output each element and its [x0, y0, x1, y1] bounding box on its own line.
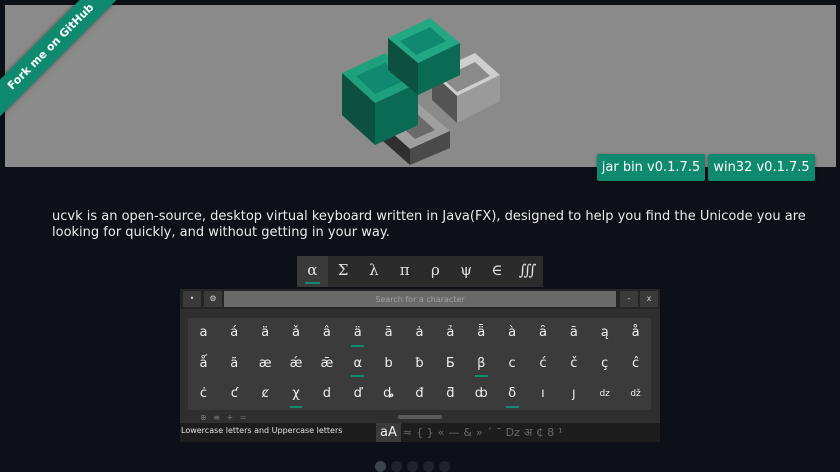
character-key[interactable]: ȸ — [466, 379, 497, 410]
character-key[interactable]: d — [311, 379, 342, 410]
character-key[interactable]: ȡ — [373, 379, 404, 410]
character-group-tab[interactable]: ˊ — [485, 423, 495, 442]
character-key[interactable]: ç — [589, 349, 620, 380]
character-key[interactable]: ć — [528, 349, 559, 380]
character-key[interactable]: ď — [342, 379, 373, 410]
character-key[interactable]: ǟ — [466, 318, 497, 349]
pager-dot[interactable] — [439, 461, 450, 472]
character-key[interactable]: á — [219, 318, 250, 349]
key-grid: aáäǎâäāȧảǟàȃāąåǻãæǽǣαbƀƂβcćčçĉċƈȼχdďȡđƌȸ… — [188, 318, 651, 410]
character-group-tab[interactable]: — — [446, 423, 461, 442]
character-key[interactable]: ǣ — [311, 349, 342, 380]
character-key[interactable]: α — [342, 349, 373, 380]
character-key[interactable]: dz — [589, 379, 620, 410]
character-group-tab[interactable]: Dz — [504, 423, 522, 442]
category-tab[interactable]: ρ — [420, 256, 451, 287]
character-key[interactable]: ā — [558, 318, 589, 349]
character-key[interactable]: ƌ — [435, 379, 466, 410]
character-key[interactable]: c — [497, 349, 528, 380]
category-tab[interactable]: ∈ — [482, 256, 513, 287]
character-key[interactable]: ä — [342, 318, 373, 349]
character-key[interactable]: χ — [281, 379, 312, 410]
pager-dot[interactable] — [375, 461, 386, 472]
settings-button[interactable]: ⚙ — [204, 291, 222, 307]
character-key[interactable]: ȼ — [250, 379, 281, 410]
character-group-tab[interactable]: ¯ — [494, 423, 504, 442]
character-key[interactable]: æ — [250, 349, 281, 380]
character-group-tab[interactable]: aA — [376, 423, 401, 442]
status-bar: Lowercase letters and Uppercase letters … — [180, 423, 660, 442]
character-key[interactable]: dž — [620, 379, 651, 410]
character-key[interactable]: ǻ — [188, 349, 219, 380]
character-key[interactable]: đ — [404, 379, 435, 410]
category-tab[interactable]: ∭ — [512, 256, 543, 287]
character-key[interactable]: ȧ — [404, 318, 435, 349]
character-group-tab[interactable]: ₵ — [534, 423, 545, 442]
keyboard-window: • ⚙ - x aáäǎâäāȧảǟàȃāąåǻãæǽǣαbƀƂβcćčçĉċƈ… — [180, 289, 660, 442]
status-label: Lowercase letters and Uppercase letters — [181, 426, 343, 435]
pin-button[interactable]: • — [183, 291, 201, 307]
character-key[interactable]: δ — [497, 379, 528, 410]
character-key[interactable]: ċ — [188, 379, 219, 410]
character-key[interactable]: ƀ — [404, 349, 435, 380]
character-group-tab[interactable]: ¹ — [556, 423, 564, 442]
character-key[interactable]: à — [497, 318, 528, 349]
minimize-button[interactable]: - — [620, 291, 638, 307]
character-key[interactable]: ƈ — [219, 379, 250, 410]
character-key[interactable]: β — [466, 349, 497, 380]
category-tab[interactable]: λ — [359, 256, 390, 287]
category-tab[interactable]: ψ — [451, 256, 482, 287]
download-jar-button[interactable]: jar bin v0.1.7.5 — [597, 154, 705, 181]
character-group-tab[interactable]: » — [474, 423, 485, 442]
character-key[interactable]: ĉ — [620, 349, 651, 380]
close-button[interactable]: x — [640, 291, 658, 307]
character-key[interactable]: ȷ — [558, 379, 589, 410]
character-key[interactable]: Ƃ — [435, 349, 466, 380]
character-group-tab[interactable]: 8 — [545, 423, 556, 442]
keyboard-toolbar: • ⚙ - x — [180, 289, 660, 309]
character-key[interactable]: a — [188, 318, 219, 349]
character-key[interactable]: å — [620, 318, 651, 349]
character-key[interactable]: ı — [528, 379, 559, 410]
group-selector: aA ≈{ } «— &» ˊ ¯ Dz अ ₵ 8 ¹ — [376, 423, 565, 442]
character-key[interactable]: b — [373, 349, 404, 380]
character-group-tab[interactable]: « — [436, 423, 447, 442]
pager-dot[interactable] — [407, 461, 418, 472]
pager-dot[interactable] — [423, 461, 434, 472]
layout-tools[interactable]: ⊕ ≡ + = — [200, 413, 248, 422]
character-group-tab[interactable]: अ — [522, 423, 534, 442]
character-key[interactable]: ą — [589, 318, 620, 349]
project-description: ucvk is an open-source, desktop virtual … — [52, 209, 806, 240]
category-bar: α Σ λ π ρ ψ ∈ ∭ — [297, 256, 543, 287]
category-tab[interactable]: Σ — [328, 256, 359, 287]
github-ribbon-label[interactable]: Fork me on GitHub — [0, 0, 128, 124]
character-key[interactable]: ä — [250, 318, 281, 349]
character-group-tab[interactable]: & — [461, 423, 474, 442]
character-key[interactable]: ã — [219, 349, 250, 380]
pager-dots — [375, 461, 450, 472]
search-input[interactable] — [224, 291, 616, 307]
scroll-handle[interactable] — [398, 415, 442, 419]
character-group-tab[interactable]: ≈ — [401, 423, 414, 442]
ucvk-logo-icon — [342, 18, 500, 165]
character-key[interactable]: â — [311, 318, 342, 349]
character-key[interactable]: ả — [435, 318, 466, 349]
character-key[interactable]: č — [558, 349, 589, 380]
character-key[interactable]: ǽ — [281, 349, 312, 380]
pager-dot[interactable] — [391, 461, 402, 472]
github-ribbon[interactable]: Fork me on GitHub — [0, 0, 130, 130]
character-key[interactable]: ȃ — [528, 318, 559, 349]
download-win32-button[interactable]: win32 v0.1.7.5 — [708, 154, 815, 181]
character-key[interactable]: ā — [373, 318, 404, 349]
character-group-tab[interactable]: { } — [414, 423, 436, 442]
character-key[interactable]: ǎ — [281, 318, 312, 349]
category-tab[interactable]: π — [389, 256, 420, 287]
category-tab[interactable]: α — [297, 256, 328, 287]
